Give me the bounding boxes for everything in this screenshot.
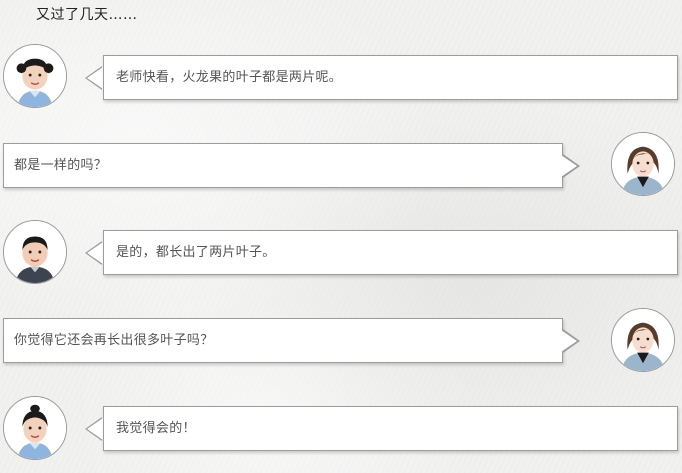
intro-text: 又过了几天…… [36,7,138,23]
child-girl-avatar [3,396,67,460]
chat-bubble: 都是一样的吗？ [3,143,563,188]
bubble-tail [561,155,577,177]
chat-bubble: 老师快看，火龙果的叶子都是两片呢。 [103,55,678,100]
bubble-tail [561,330,577,352]
message-text: 你觉得它还会再长出很多叶子吗？ [14,333,214,348]
child-boy-avatar [3,220,67,284]
message-text: 都是一样的吗？ [14,158,108,173]
child-girl-avatar [3,44,67,108]
teacher-avatar [611,132,675,196]
chat-bubble: 是的，都长出了两片叶子。 [103,230,678,275]
bubble-tail [87,242,103,264]
bubble-tail [87,418,103,440]
message-text: 我觉得会的！ [116,421,196,436]
bubble-tail [87,67,103,89]
teacher-avatar [611,308,675,372]
message-text: 是的，都长出了两片叶子。 [116,245,276,260]
chat-bubble: 我觉得会的！ [103,406,678,451]
message-text: 老师快看，火龙果的叶子都是两片呢。 [116,70,343,85]
chat-bubble: 你觉得它还会再长出很多叶子吗？ [3,318,563,363]
